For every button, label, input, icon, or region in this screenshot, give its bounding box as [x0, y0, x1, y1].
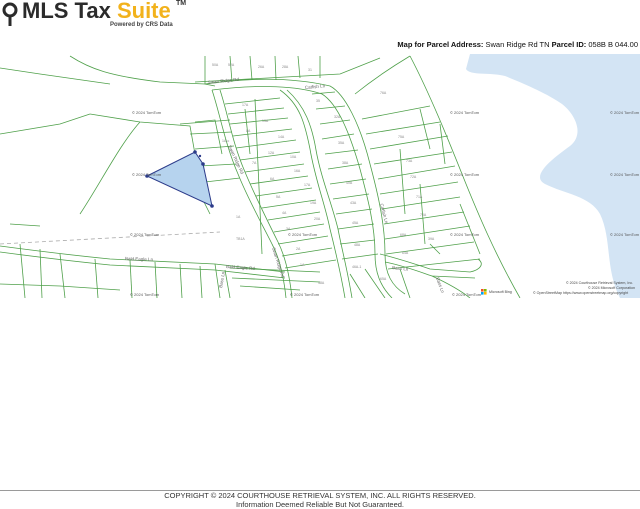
map-canvas[interactable]: 50A 52A 26A 28A 31 17A 13A 8A 14A 12A 10A 7A 16A 6…: [0, 54, 640, 298]
svg-text:1A-c: 1A-c: [222, 139, 229, 143]
svg-text:35A: 35A: [338, 141, 345, 145]
parcel-map[interactable]: 50A 52A 26A 28A 31 17A 13A 8A 14A 12A 10A 7A 16A 6…: [0, 54, 640, 298]
svg-text:75A: 75A: [398, 135, 405, 139]
svg-text:17A: 17A: [242, 103, 249, 107]
powered-by: Powered by CRS Data: [110, 22, 173, 28]
svg-text:Microsoft Bing: Microsoft Bing: [489, 290, 512, 294]
svg-text:43A: 43A: [350, 201, 357, 205]
svg-text:© 2024 TomTom: © 2024 TomTom: [130, 232, 160, 237]
svg-text:4A: 4A: [282, 211, 287, 215]
svg-text:© 2024 TomTom: © 2024 TomTom: [452, 292, 482, 297]
svg-text:45A: 45A: [352, 221, 359, 225]
svg-text:40A: 40A: [346, 181, 353, 185]
svg-text:64A: 64A: [402, 251, 409, 255]
svg-text:7A: 7A: [252, 161, 257, 165]
svg-text:6A: 6A: [270, 177, 275, 181]
svg-text:38A: 38A: [342, 161, 349, 165]
map-address: Swan Ridge Rd TN: [485, 40, 550, 49]
svg-text:© 2024 TomTom: © 2024 TomTom: [450, 232, 480, 237]
svg-text:65A: 65A: [380, 277, 387, 281]
svg-text:28A: 28A: [282, 65, 289, 69]
brand-name: MLS Tax Suite: [22, 0, 171, 23]
svg-text:© 2024 TomTom: © 2024 TomTom: [610, 172, 640, 177]
svg-text:© 2024 TomTom: © 2024 TomTom: [290, 292, 320, 297]
svg-text:19A: 19A: [310, 201, 317, 205]
svg-text:13A: 13A: [262, 119, 269, 123]
svg-text:73A: 73A: [406, 159, 413, 163]
trademark: TM: [176, 0, 187, 7]
svg-text:5A: 5A: [276, 195, 281, 199]
map-title: Map for Parcel Address: Swan Ridge Rd TN…: [397, 40, 638, 49]
svg-text:14A: 14A: [278, 135, 285, 139]
svg-text:76A: 76A: [380, 91, 387, 95]
map-address-label: Map for Parcel Address:: [397, 40, 484, 49]
parcel-id: 058B B 044.00: [588, 40, 638, 49]
svg-text:70A: 70A: [420, 213, 427, 217]
svg-text:8A: 8A: [246, 129, 251, 133]
svg-text:10A: 10A: [290, 155, 297, 159]
parcel-id-label: Parcel ID:: [551, 40, 587, 49]
svg-text:50A: 50A: [212, 63, 219, 67]
svg-text:1A: 1A: [236, 215, 241, 219]
svg-text:72A: 72A: [410, 175, 417, 179]
svg-text:© 2024 TomTom: © 2024 TomTom: [288, 232, 318, 237]
footer: COPYRIGHT © 2024 COURTHOUSE RETRIEVAL SY…: [0, 491, 640, 509]
svg-text:1A: 1A: [300, 263, 305, 267]
svg-text:32A: 32A: [334, 115, 341, 119]
svg-text:TB1A: TB1A: [236, 237, 245, 241]
svg-text:31: 31: [308, 68, 312, 72]
svg-text:20A: 20A: [314, 217, 321, 221]
svg-text:12A: 12A: [268, 151, 275, 155]
svg-text:© OpenStreetMap https://www.op: © OpenStreetMap https://www.openstreetma…: [533, 291, 628, 295]
copyright-text: COPYRIGHT © 2024 COURTHOUSE RETRIEVAL SY…: [164, 491, 476, 500]
svg-text:68A: 68A: [400, 233, 407, 237]
svg-text:26A: 26A: [258, 65, 265, 69]
svg-text:52A: 52A: [228, 63, 235, 67]
svg-text:© 2024 Courthouse Retrieval Sy: © 2024 Courthouse Retrieval System, Inc.: [566, 281, 633, 285]
svg-text:© 2024 TomTom: © 2024 TomTom: [132, 172, 162, 177]
svg-text:71A: 71A: [416, 195, 423, 199]
svg-text:© 2024 TomTom: © 2024 TomTom: [450, 110, 480, 115]
svg-text:© 2024 TomTom: © 2024 TomTom: [610, 232, 640, 237]
svg-text:© 2024 Microsoft Corporation: © 2024 Microsoft Corporation: [588, 286, 635, 290]
svg-text:48A: 48A: [318, 281, 325, 285]
svg-text:48A: 48A: [354, 243, 361, 247]
svg-text:© 2024 TomTom: © 2024 TomTom: [132, 110, 162, 115]
location-pin-icon: [2, 2, 18, 26]
svg-text:46A-1: 46A-1: [352, 265, 361, 269]
svg-text:2A: 2A: [296, 247, 301, 251]
svg-text:35: 35: [316, 99, 320, 103]
svg-text:© 2024 TomTom: © 2024 TomTom: [610, 110, 640, 115]
svg-text:17A: 17A: [304, 183, 311, 187]
street-label: Bald Eagle Ln: [125, 256, 154, 262]
svg-text:3A: 3A: [286, 227, 291, 231]
svg-text:© 2024 TomTom: © 2024 TomTom: [130, 292, 160, 297]
svg-text:39A: 39A: [428, 237, 435, 241]
brand-logo: MLS Tax Suite TM Powered by CRS Data: [2, 0, 202, 34]
svg-text:© 2024 TomTom: © 2024 TomTom: [450, 172, 480, 177]
svg-text:16A: 16A: [294, 169, 301, 173]
